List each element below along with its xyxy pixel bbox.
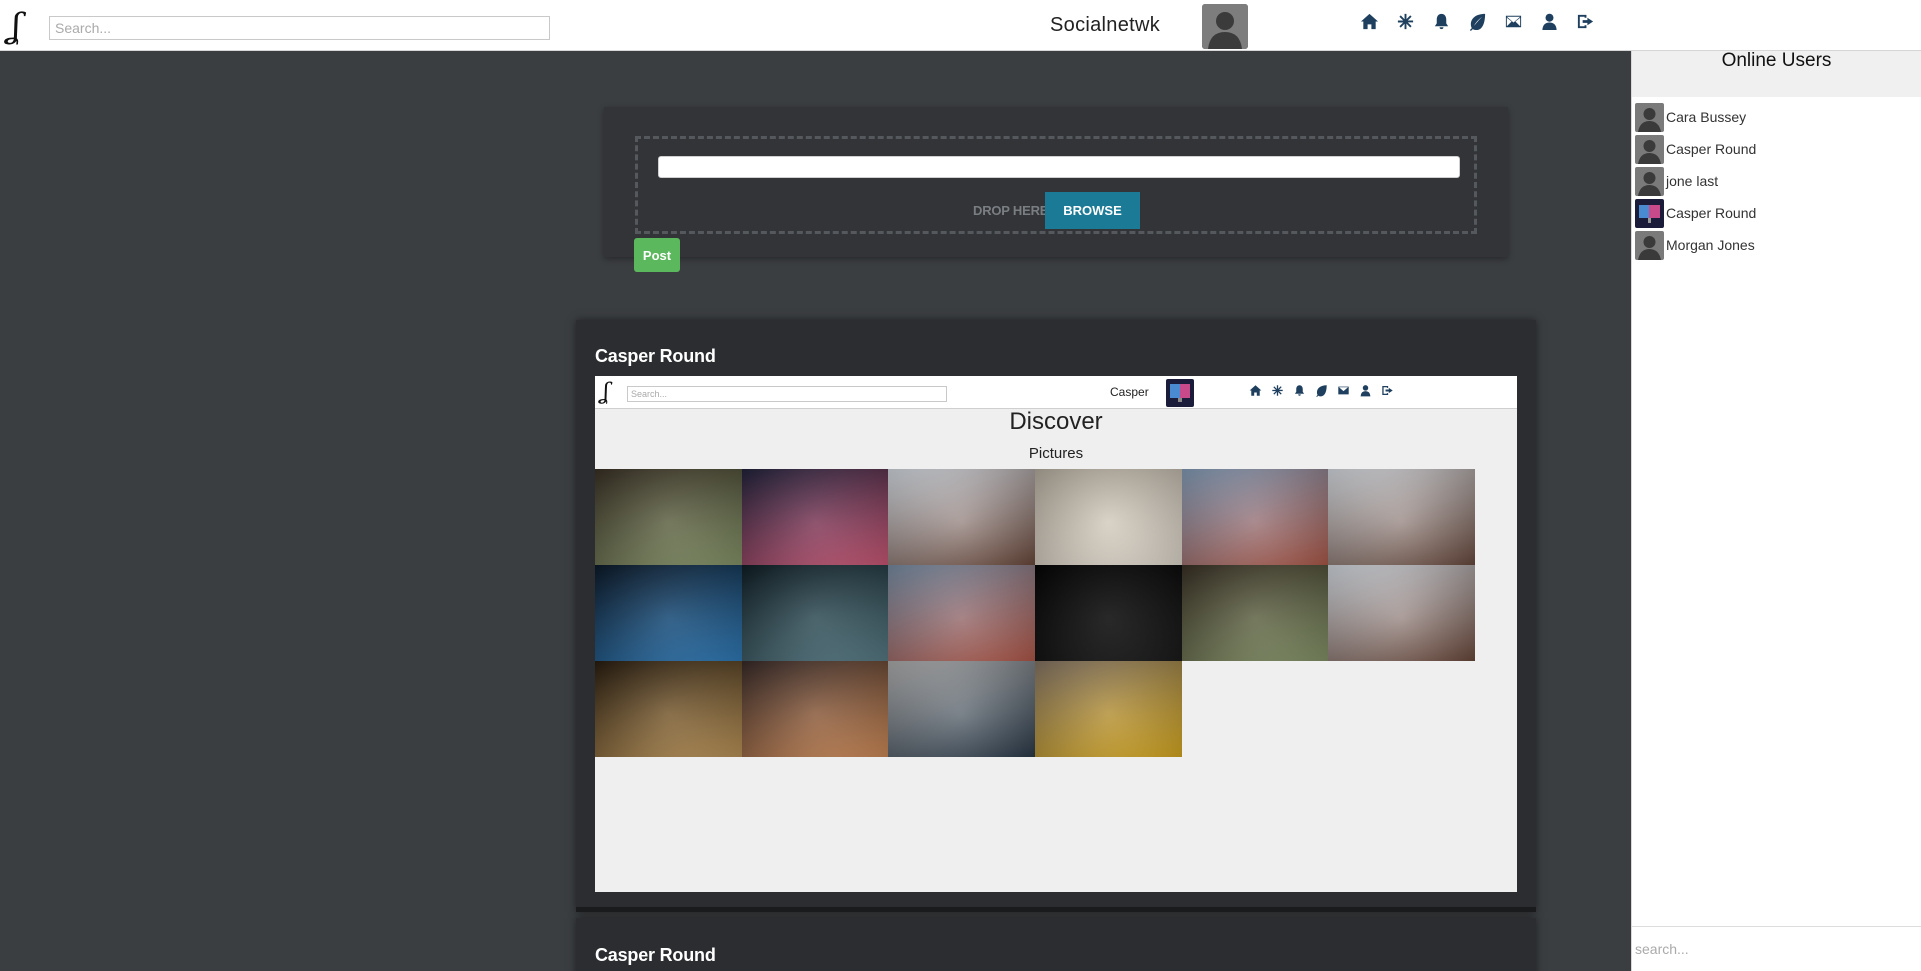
post-textarea[interactable] xyxy=(658,156,1460,178)
user-name: Casper Round xyxy=(1666,205,1757,221)
preview-navbar: ʆ Search... Casper xyxy=(595,376,1517,409)
leaf-icon xyxy=(1316,385,1327,397)
picture-tile[interactable] xyxy=(1328,565,1475,661)
online-users-list: Cara Bussey Casper Round jone last Casper R… xyxy=(1632,97,1921,261)
post-author[interactable]: Casper Round xyxy=(595,945,716,966)
online-users-title: Online Users xyxy=(1632,51,1921,97)
logout-icon xyxy=(1382,385,1393,396)
drop-here-label: DROP HERE xyxy=(973,203,1049,218)
picture-tile[interactable] xyxy=(741,565,889,661)
user-avatar xyxy=(1635,230,1664,260)
file-drop-zone[interactable]: DROP HERE BROWSE xyxy=(635,136,1477,234)
post-image-preview[interactable]: ʆ Search... Casper Discover Pictures xyxy=(595,376,1517,892)
preview-avatar xyxy=(1166,379,1194,407)
bell-icon xyxy=(1294,385,1305,396)
user-name: Morgan Jones xyxy=(1666,237,1755,253)
post-composer: DROP HERE BROWSE Post xyxy=(604,107,1508,272)
online-user-item[interactable]: Casper Round xyxy=(1632,133,1921,165)
top-navbar: ʆ Socialnetwk xyxy=(0,0,1921,51)
online-user-item[interactable]: Cara Bussey xyxy=(1632,101,1921,133)
picture-tile[interactable] xyxy=(595,661,742,757)
picture-tile[interactable] xyxy=(1034,565,1182,661)
preview-subtitle: Pictures xyxy=(1028,445,1084,462)
home-icon[interactable] xyxy=(1357,9,1382,34)
user-name: jone last xyxy=(1666,173,1719,189)
site-logo[interactable]: ʆ xyxy=(10,6,40,46)
picture-tile[interactable] xyxy=(1181,565,1329,661)
online-users-sidebar: Online Users Cara Bussey Casper Round jone… xyxy=(1631,51,1921,971)
preview-nav-icons xyxy=(1249,384,1394,397)
preview-logo: ʆ xyxy=(602,380,610,405)
user-avatar xyxy=(1635,198,1664,228)
picture-tile[interactable] xyxy=(1181,469,1329,565)
picture-tile[interactable] xyxy=(888,565,1035,661)
feed-post: Casper Round xyxy=(576,918,1536,971)
picture-tile[interactable] xyxy=(595,469,742,565)
preview-picture-grid xyxy=(595,469,1475,757)
online-user-item[interactable]: Morgan Jones xyxy=(1632,229,1921,261)
logout-icon[interactable] xyxy=(1573,9,1598,34)
mail-icon[interactable] xyxy=(1501,9,1526,34)
user-search-input[interactable] xyxy=(1632,927,1921,971)
user-avatar xyxy=(1635,102,1664,132)
post-button[interactable]: Post xyxy=(634,238,680,272)
browse-button[interactable]: BROWSE xyxy=(1045,192,1140,229)
preview-title: Discover xyxy=(1009,408,1103,435)
home-icon xyxy=(1249,385,1262,396)
picture-tile[interactable] xyxy=(741,469,889,565)
preview-search: Search... xyxy=(627,386,947,402)
mail-icon xyxy=(1338,386,1349,395)
online-user-item[interactable]: jone last xyxy=(1632,165,1921,197)
user-avatar xyxy=(1635,134,1664,164)
search-input[interactable] xyxy=(49,16,550,40)
picture-tile[interactable] xyxy=(888,469,1035,565)
discover-icon xyxy=(1272,385,1283,396)
sidebar-search-wrap xyxy=(1632,926,1921,971)
preview-user-name: Casper xyxy=(1110,385,1149,399)
picture-tile[interactable] xyxy=(1034,469,1182,565)
user-icon xyxy=(1360,385,1371,397)
site-brand[interactable]: Socialnetwk xyxy=(1050,14,1160,37)
nav-icons xyxy=(1357,9,1598,34)
feed-post: Casper Round ʆ Search... Casper Discover… xyxy=(576,320,1536,912)
picture-tile[interactable] xyxy=(741,661,889,757)
picture-tile[interactable] xyxy=(888,661,1035,757)
profile-avatar[interactable] xyxy=(1202,4,1248,49)
leaf-icon[interactable] xyxy=(1465,9,1490,34)
online-user-item[interactable]: Casper Round xyxy=(1632,197,1921,229)
picture-tile[interactable] xyxy=(595,565,742,661)
user-icon[interactable] xyxy=(1537,9,1562,34)
user-name: Casper Round xyxy=(1666,141,1757,157)
discover-icon[interactable] xyxy=(1393,9,1418,34)
picture-tile[interactable] xyxy=(1034,661,1182,757)
bell-icon[interactable] xyxy=(1429,9,1454,34)
user-name: Cara Bussey xyxy=(1666,109,1747,125)
picture-tile[interactable] xyxy=(1328,469,1475,565)
user-avatar xyxy=(1635,166,1664,196)
post-author[interactable]: Casper Round xyxy=(595,346,716,367)
